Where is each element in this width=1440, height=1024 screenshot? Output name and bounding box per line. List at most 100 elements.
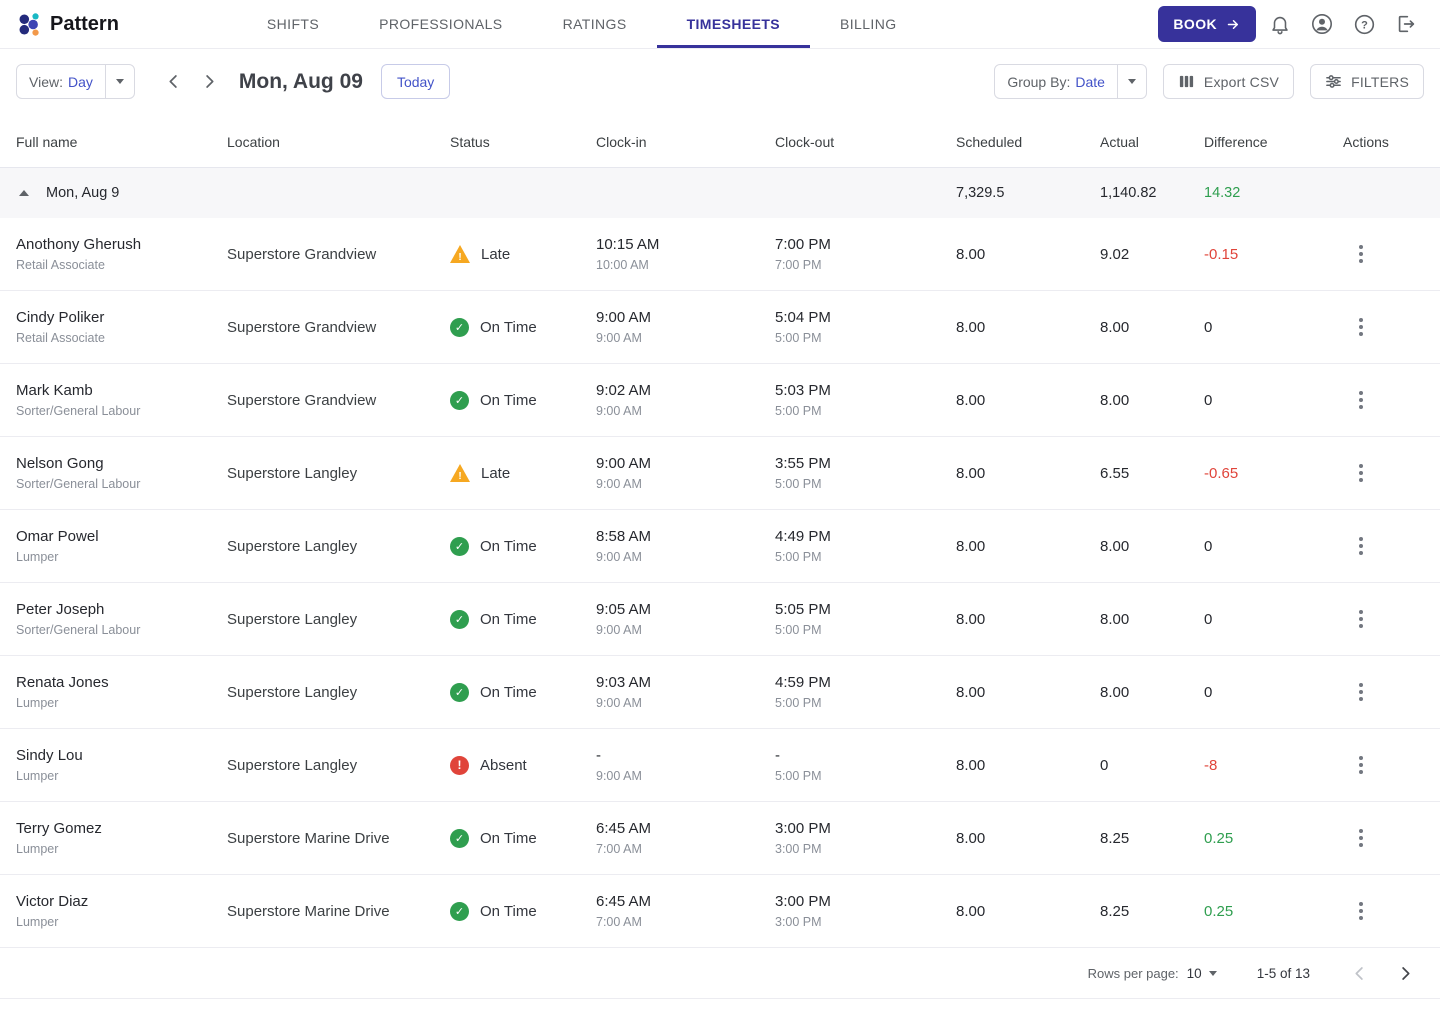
location-cell: Superstore Langley: [227, 537, 358, 555]
view-selector-caret[interactable]: [104, 65, 134, 98]
view-selector: View: Day: [16, 64, 135, 99]
group-by-button[interactable]: Group By: Date: [995, 65, 1117, 98]
collapse-group-button[interactable]: [12, 181, 36, 205]
table-row: Omar Powel Lumper Superstore Langley On …: [0, 510, 1440, 583]
actual-hours: 8.00: [1100, 537, 1130, 555]
row-actions-menu-button[interactable]: [1345, 384, 1377, 416]
sign-out-button[interactable]: [1388, 6, 1424, 42]
notifications-button[interactable]: [1262, 6, 1298, 42]
clock-out-scheduled: 5:00 PM: [775, 550, 822, 564]
book-button[interactable]: BOOK: [1158, 6, 1256, 42]
row-actions-menu-button[interactable]: [1345, 749, 1377, 781]
location-cell: Superstore Langley: [227, 756, 358, 774]
location-cell: Superstore Marine Drive: [227, 902, 390, 920]
col-full-name: Full name: [16, 133, 78, 150]
clock-in-actual: 6:45 AM: [596, 893, 652, 910]
location-cell: Superstore Grandview: [227, 391, 377, 409]
table-body: Anothony Gherush Retail Associate Supers…: [0, 218, 1440, 948]
actual-hours: 8.00: [1100, 391, 1130, 409]
tab-timesheets[interactable]: TIMESHEETS: [656, 0, 811, 48]
status-icon: [450, 682, 469, 702]
clock-out-actual: 3:55 PM: [775, 455, 831, 472]
view-value: Day: [67, 73, 93, 90]
actual-hours: 8.00: [1100, 683, 1130, 701]
rows-per-page-select[interactable]: 10: [1187, 966, 1217, 981]
employee-role: Sorter/General Labour: [16, 477, 141, 491]
account-button[interactable]: [1304, 6, 1340, 42]
chevron-left-icon: [169, 75, 178, 88]
col-location: Location: [227, 133, 280, 150]
clock-out-scheduled: 5:00 PM: [775, 623, 822, 637]
row-actions-menu-button[interactable]: [1345, 895, 1377, 927]
filters-button[interactable]: FILTERS: [1310, 64, 1424, 99]
clock-in-scheduled: 9:00 AM: [596, 331, 642, 345]
actual-hours: 6.55: [1100, 464, 1130, 482]
difference-value: -8: [1204, 756, 1218, 774]
row-actions-menu-button[interactable]: [1345, 311, 1377, 343]
status-label: On Time: [480, 391, 537, 409]
next-day-button[interactable]: [195, 66, 225, 98]
table-row: Nelson Gong Sorter/General Labour Supers…: [0, 437, 1440, 510]
chevron-down-icon: [1208, 970, 1217, 976]
clock-out-actual: 3:00 PM: [775, 820, 831, 837]
group-by-caret[interactable]: [1116, 65, 1146, 98]
view-selector-button[interactable]: View: Day: [17, 65, 105, 98]
tab-professionals[interactable]: PROFESSIONALS: [349, 0, 532, 48]
clock-in-actual: 6:45 AM: [596, 820, 652, 837]
arrow-right-icon: [1227, 19, 1238, 29]
row-actions-menu-button[interactable]: [1345, 530, 1377, 562]
location-cell: Superstore Grandview: [227, 318, 377, 336]
triangle-up-icon: [19, 190, 29, 196]
export-csv-button[interactable]: Export CSV: [1162, 64, 1295, 99]
tab-ratings[interactable]: RATINGS: [533, 0, 657, 48]
status-icon: [450, 536, 469, 556]
help-button[interactable]: ?: [1346, 6, 1382, 42]
row-actions-menu-button[interactable]: [1345, 238, 1377, 270]
bell-icon: [1272, 16, 1288, 35]
actual-hours: 8.00: [1100, 610, 1130, 628]
today-button[interactable]: Today: [380, 64, 451, 99]
employee-name: Terry Gomez: [16, 820, 102, 837]
clock-out-scheduled: 5:00 PM: [775, 331, 822, 345]
status-label: On Time: [480, 318, 537, 336]
location-cell: Superstore Langley: [227, 464, 358, 482]
status-label: Late: [481, 464, 511, 482]
clock-out-actual: 5:04 PM: [775, 309, 831, 326]
employee-name: Mark Kamb: [16, 382, 93, 399]
status-icon: [450, 828, 469, 848]
row-actions-menu-button[interactable]: [1345, 822, 1377, 854]
clock-in-scheduled: 9:00 AM: [596, 477, 642, 491]
toolbar: View: Day Mon, Aug 09 Today Group By: Da…: [0, 49, 1440, 112]
export-csv-label: Export CSV: [1203, 73, 1280, 90]
chevron-left-icon: [1354, 966, 1363, 980]
clock-in-actual: 9:00 AM: [596, 309, 652, 326]
tab-billing[interactable]: BILLING: [810, 0, 927, 48]
difference-value: 0: [1204, 391, 1213, 409]
clock-out-actual: 5:05 PM: [775, 601, 831, 618]
clock-in-scheduled: 7:00 AM: [596, 915, 642, 929]
employee-role: Retail Associate: [16, 258, 105, 272]
status-cell: Late: [450, 245, 596, 263]
employee-name: Renata Jones: [16, 674, 109, 691]
scheduled-hours: 8.00: [956, 610, 986, 628]
location-cell: Superstore Langley: [227, 683, 358, 701]
col-actual: Actual: [1100, 133, 1139, 150]
brand-logo[interactable]: Pattern: [16, 11, 119, 38]
row-actions-menu-button[interactable]: [1345, 457, 1377, 489]
status-cell: On Time: [450, 536, 596, 556]
prev-day-button[interactable]: [159, 66, 189, 98]
group-scheduled-total: 7,329.5: [956, 185, 1005, 201]
scheduled-hours: 8.00: [956, 756, 986, 774]
tab-shifts[interactable]: SHIFTS: [237, 0, 349, 48]
date-title: Mon, Aug 09: [238, 69, 363, 93]
prev-page-button[interactable]: [1340, 954, 1378, 992]
scheduled-hours: 8.00: [956, 902, 986, 920]
status-cell: On Time: [450, 828, 596, 848]
row-actions-menu-button[interactable]: [1345, 676, 1377, 708]
status-label: On Time: [480, 829, 537, 847]
row-actions-menu-button[interactable]: [1345, 603, 1377, 635]
clock-out-scheduled: 7:00 PM: [775, 258, 822, 272]
table-header: Full name Location Status Clock-in Clock…: [0, 116, 1440, 168]
next-page-button[interactable]: [1386, 954, 1424, 992]
clock-in-scheduled: 9:00 AM: [596, 623, 642, 637]
